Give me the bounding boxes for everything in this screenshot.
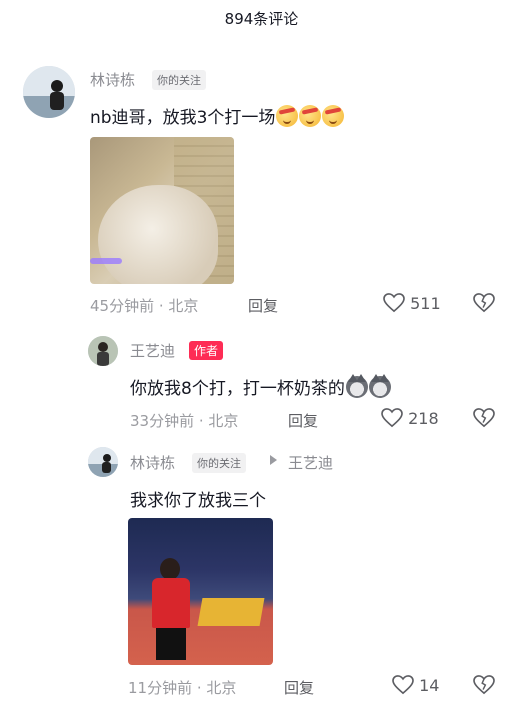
avatar[interactable]: [88, 447, 118, 477]
broken-heart-icon: [473, 675, 495, 695]
comment-time-location: 33分钟前 · 北京: [130, 412, 239, 430]
image-cat: [98, 185, 218, 284]
like-count: 511: [410, 294, 441, 313]
smile-emoji-icon: [322, 105, 345, 127]
broken-heart-icon: [473, 408, 495, 428]
comment-text-content: 你放我8个打，打一杯奶茶的: [130, 379, 345, 399]
comments-count-title: 894条评论: [224, 10, 299, 28]
comment-text: nb迪哥，放我3个打一场: [90, 103, 345, 128]
reply-arrow-icon: [270, 455, 277, 465]
comment-time-location: 45分钟前 · 北京: [90, 297, 199, 315]
comment-username[interactable]: 王艺迪: [130, 340, 175, 361]
author-tag: 作者: [189, 341, 224, 360]
dislike-button[interactable]: [473, 408, 495, 432]
avatar-image: [88, 447, 118, 477]
avatar[interactable]: [88, 336, 118, 366]
dog-emoji-icon: [345, 374, 368, 398]
comment-time-location: 11分钟前 · 北京: [128, 679, 237, 697]
avatar[interactable]: [23, 66, 75, 118]
dislike-button[interactable]: [473, 675, 495, 699]
heart-icon: [392, 675, 414, 695]
comment-username[interactable]: 林诗栋: [130, 452, 175, 473]
image-glow: [90, 258, 122, 264]
like-button[interactable]: 218: [381, 408, 439, 428]
like-count: 14: [419, 676, 440, 695]
heart-icon: [383, 293, 405, 313]
image-table: [197, 598, 265, 626]
comment-text-content: nb迪哥，放我3个打一场: [90, 108, 276, 128]
dislike-button[interactable]: [473, 293, 495, 317]
smile-emoji-icon: [299, 105, 322, 127]
comment-text: 你放我8个打，打一杯奶茶的: [130, 374, 391, 399]
smile-emoji-icon: [276, 105, 299, 127]
reply-button[interactable]: 回复: [284, 677, 314, 698]
dog-emoji-icon: [368, 374, 391, 398]
avatar-image: [23, 66, 75, 118]
comment-text: 我求你了放我三个: [130, 491, 266, 511]
heart-icon: [381, 408, 403, 428]
following-tag: 你的关注: [192, 453, 246, 473]
broken-heart-icon: [473, 293, 495, 313]
comment-username[interactable]: 林诗栋: [90, 69, 135, 90]
reply-button[interactable]: 回复: [248, 295, 278, 316]
reply-button[interactable]: 回复: [288, 410, 318, 431]
comment-image-table-tennis[interactable]: [128, 518, 273, 665]
like-button[interactable]: 511: [383, 293, 441, 313]
avatar-image: [88, 336, 118, 366]
like-button[interactable]: 14: [392, 675, 439, 695]
reply-to-username[interactable]: 王艺迪: [288, 452, 333, 473]
comment-image-cat[interactable]: [90, 137, 234, 284]
like-count: 218: [408, 409, 439, 428]
image-player: [150, 558, 192, 663]
following-tag: 你的关注: [152, 70, 206, 90]
